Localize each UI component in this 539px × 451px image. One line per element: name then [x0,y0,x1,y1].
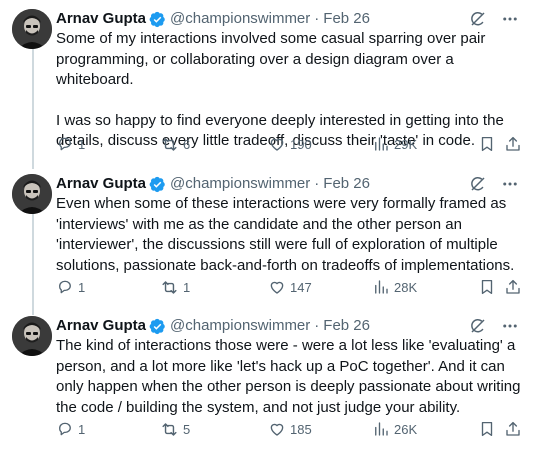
tweet-text: The kind of interactions those were - we… [56,336,534,418]
avatar-image [12,316,52,356]
tweet-date[interactable]: Feb 26 [323,174,370,194]
like-count: 185 [290,421,312,437]
tweet-top-actions [469,316,519,336]
tweet-header: Arnav Gupta @championswimmer · Feb 26 [56,9,370,29]
tweet-action-bar: 1 1 147 28K [56,277,522,297]
author-name[interactable]: Arnav Gupta [56,9,146,29]
separator-dot: · [314,175,320,192]
verified-badge-icon[interactable] [149,11,166,28]
bookmark-button[interactable] [478,134,496,154]
like-count: 147 [290,279,312,295]
repost-arrows-icon [160,135,179,154]
like-button[interactable]: 147 [268,277,312,297]
reply-count: 1 [78,136,86,152]
verified-badge-icon[interactable] [149,318,166,335]
tweet[interactable]: Arnav Gupta @championswimmer · Feb 26 So… [0,9,539,159]
repost-count: 1 [183,279,191,295]
bookmark-button[interactable] [478,277,496,297]
like-button[interactable]: 185 [268,419,312,439]
reply-bubble-icon [56,278,74,296]
tweet-paragraph: Some of my interactions involved some ca… [56,30,486,88]
views-bars-icon [372,420,390,438]
share-upload-icon [504,135,522,153]
reply-count: 1 [78,279,86,295]
tweet-paragraph: Even when some of these interactions wer… [56,195,515,274]
author-handle[interactable]: @championswimmer [170,174,310,194]
heart-icon [268,278,286,296]
tweet-paragraph: The kind of interactions those were - we… [56,337,521,416]
reply-count: 1 [78,421,86,437]
author-name[interactable]: Arnav Gupta [56,174,146,194]
like-button[interactable]: 190 [268,134,312,154]
share-upload-icon [504,420,522,438]
repost-button[interactable]: 6 [160,134,190,154]
bookmark-button[interactable] [478,419,496,439]
bookmark-icon [478,420,496,438]
grok-icon[interactable] [469,317,487,335]
tweet-text: Even when some of these interactions wer… [56,194,534,276]
like-count: 190 [290,136,312,152]
verified-badge-icon[interactable] [149,176,166,193]
views-count: 28K [394,279,418,295]
tweet-date[interactable]: Feb 26 [323,9,370,29]
tweet-action-bar: 1 6 190 29K [56,134,522,154]
bookmark-icon [478,135,496,153]
tweet[interactable]: Arnav Gupta @championswimmer · Feb 26 Th… [0,316,539,446]
repost-count: 6 [183,136,191,152]
avatar[interactable] [12,174,52,214]
views-button[interactable]: 28K [372,277,417,297]
bookmark-icon [478,278,496,296]
author-name[interactable]: Arnav Gupta [56,316,146,336]
tweet-action-bar: 1 5 185 26K [56,419,522,439]
repost-arrows-icon [160,278,179,297]
author-handle[interactable]: @championswimmer [170,9,310,29]
reply-bubble-icon [56,135,74,153]
views-bars-icon [372,135,390,153]
avatar-image [12,9,52,49]
tweet[interactable]: Arnav Gupta @championswimmer · Feb 26 Ev… [0,174,539,304]
views-bars-icon [372,278,390,296]
views-button[interactable]: 26K [372,419,417,439]
separator-dot: · [314,317,320,334]
tweet-header: Arnav Gupta @championswimmer · Feb 26 [56,316,370,336]
share-button[interactable] [504,277,522,297]
views-count: 26K [394,421,418,437]
share-button[interactable] [504,134,522,154]
reply-button[interactable]: 1 [56,277,85,297]
avatar[interactable] [12,316,52,356]
separator-dot: · [314,10,320,27]
grok-icon[interactable] [469,10,487,28]
reply-button[interactable]: 1 [56,134,85,154]
avatar-image [12,174,52,214]
reply-bubble-icon [56,420,74,438]
tweet-header: Arnav Gupta @championswimmer · Feb 26 [56,174,370,194]
views-count: 29K [394,136,418,152]
repost-arrows-icon [160,420,179,439]
heart-icon [268,135,286,153]
more-dots-icon[interactable] [501,175,519,193]
tweet-top-actions [469,9,519,29]
share-button[interactable] [504,419,522,439]
tweet-date[interactable]: Feb 26 [323,316,370,336]
repost-count: 5 [183,421,191,437]
more-dots-icon[interactable] [501,10,519,28]
repost-button[interactable]: 5 [160,419,190,439]
views-button[interactable]: 29K [372,134,417,154]
repost-button[interactable]: 1 [160,277,190,297]
grok-icon[interactable] [469,175,487,193]
heart-icon [268,420,286,438]
author-handle[interactable]: @championswimmer [170,316,310,336]
reply-button[interactable]: 1 [56,419,85,439]
more-dots-icon[interactable] [501,317,519,335]
avatar[interactable] [12,9,52,49]
share-upload-icon [504,278,522,296]
tweet-top-actions [469,174,519,194]
